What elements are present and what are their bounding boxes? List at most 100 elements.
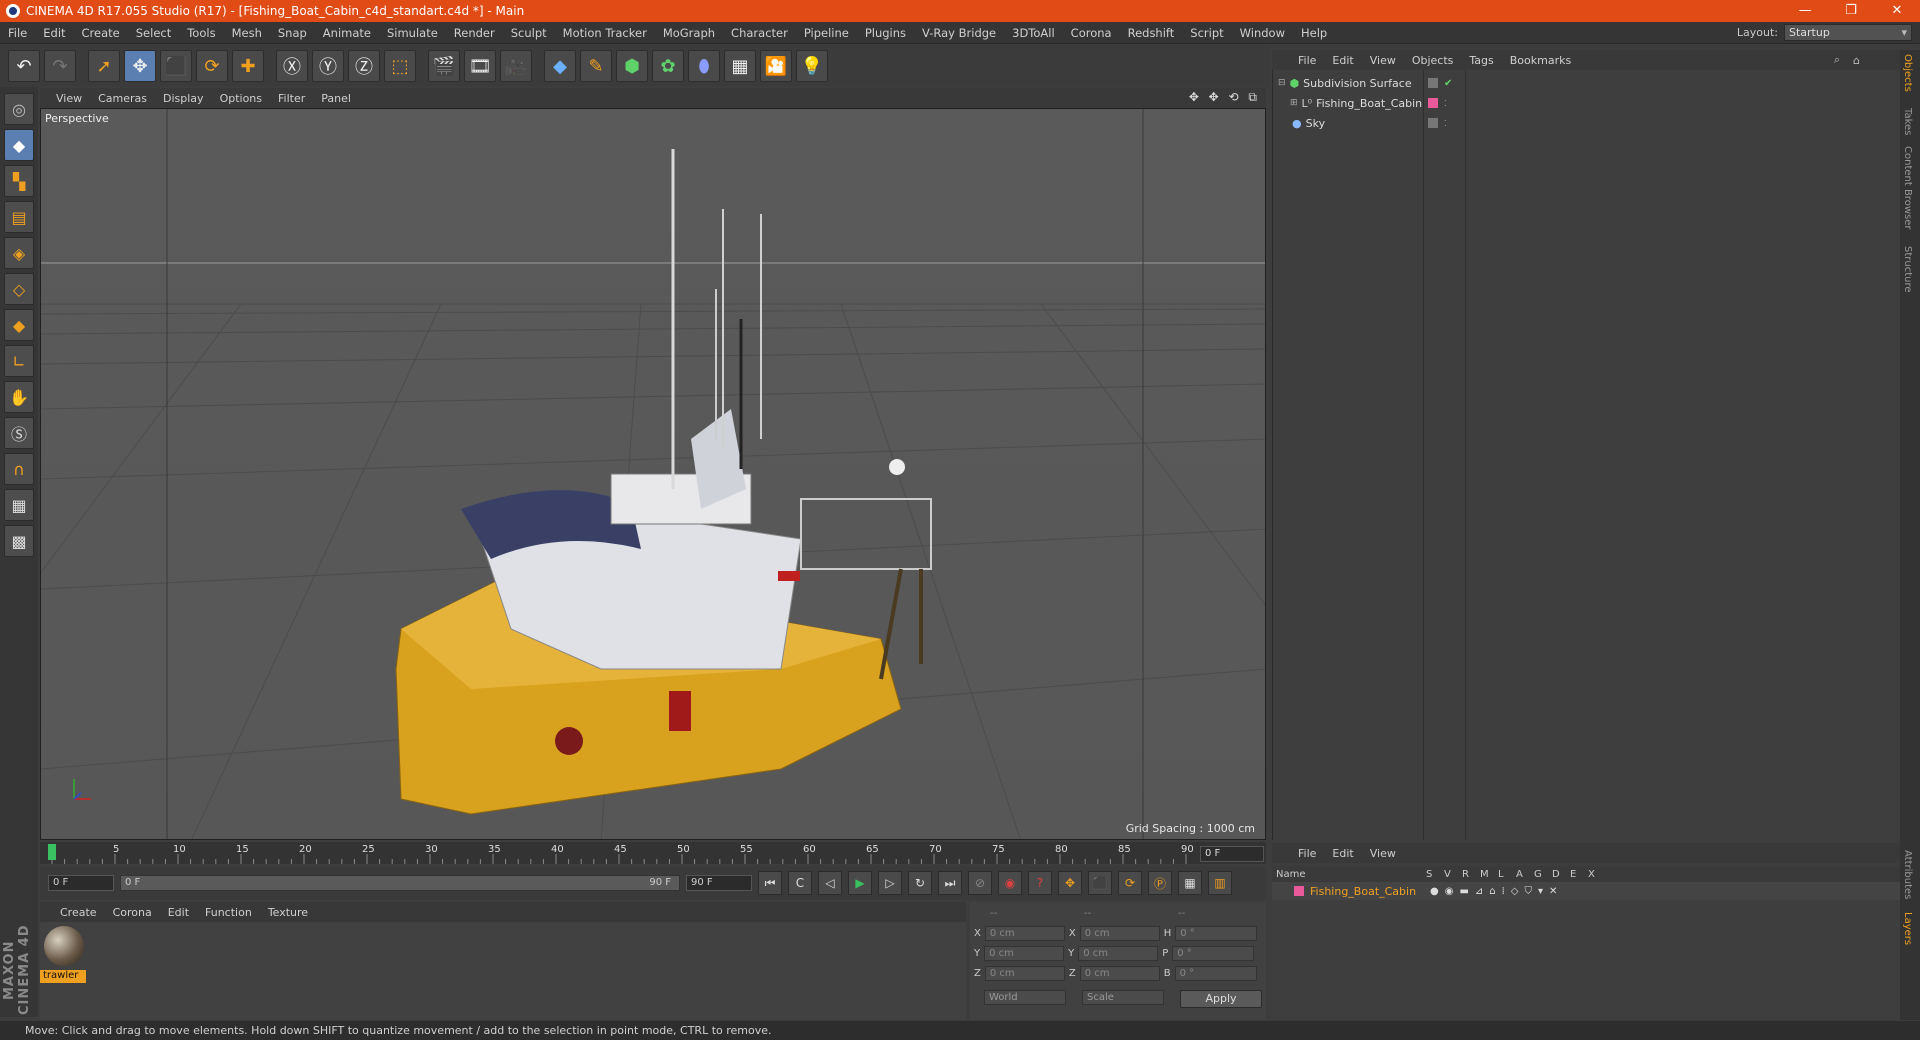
menu-plugins[interactable]: Plugins xyxy=(857,22,914,44)
scale-key-icon[interactable]: ⬛ xyxy=(1088,871,1112,895)
tab-structure[interactable]: Structure xyxy=(1902,246,1913,293)
menu-script[interactable]: Script xyxy=(1182,22,1231,44)
viewport-menu-panel[interactable]: Panel xyxy=(313,92,359,105)
layer-menu-file[interactable]: File xyxy=(1290,847,1324,860)
go-to-end-icon[interactable]: ⏭ xyxy=(938,871,962,895)
object-menu-file[interactable]: File xyxy=(1290,54,1324,67)
select-cursor-icon[interactable]: ➚ xyxy=(88,50,120,82)
material-preview-trawler[interactable] xyxy=(44,926,84,966)
timeline-window-icon[interactable]: ▥ xyxy=(1208,871,1232,895)
axis-mode-icon[interactable]: ∟ xyxy=(4,345,34,377)
position-key-icon[interactable]: ✥ xyxy=(1058,871,1082,895)
move-tool-icon[interactable]: ✥ xyxy=(124,50,156,82)
perspective-viewport[interactable]: Perspective Grid Spacing : 1000 cm xyxy=(40,108,1266,840)
layer-menu-edit[interactable]: Edit xyxy=(1324,847,1361,860)
end-frame-field[interactable]: 90 F xyxy=(686,875,752,891)
menu-animate[interactable]: Animate xyxy=(315,22,379,44)
menu-pipeline[interactable]: Pipeline xyxy=(796,22,857,44)
collapse-icon[interactable]: ⊟ xyxy=(1278,78,1286,88)
keyframe-selection-icon[interactable]: ? xyxy=(1028,871,1052,895)
record-keys-icon[interactable]: ⊘ xyxy=(968,871,992,895)
material-menu-corona[interactable]: Corona xyxy=(105,906,160,919)
menu-edit[interactable]: Edit xyxy=(35,22,73,44)
expand-icon[interactable]: ⊞ xyxy=(1290,98,1298,108)
previous-key-icon[interactable]: C xyxy=(788,871,812,895)
polygons-mode-icon[interactable]: ◆ xyxy=(4,309,34,341)
render-picture-viewer-icon[interactable]: 🎞 xyxy=(464,50,496,82)
cloner-icon[interactable]: ✿ xyxy=(652,50,684,82)
object-name[interactable]: Fishing_Boat_Cabin xyxy=(1316,97,1422,110)
frame-range-slider[interactable]: 0 F 90 F xyxy=(120,875,680,891)
object-manager-search-icon[interactable]: ⌕ xyxy=(1834,53,1840,67)
timeline-ruler[interactable]: 0 5 10 15 20 25 30 35 40 45 50 55 60 65 … xyxy=(40,842,1266,864)
y-axis-icon[interactable]: Ⓨ xyxy=(312,50,344,82)
edges-mode-icon[interactable]: ◇ xyxy=(4,273,34,305)
menu-sculpt[interactable]: Sculpt xyxy=(503,22,555,44)
object-name[interactable]: Sky xyxy=(1306,117,1325,130)
object-manager-home-icon[interactable]: ⌂ xyxy=(1853,54,1860,67)
menu-corona[interactable]: Corona xyxy=(1063,22,1120,44)
rotate-tool-icon[interactable]: ⟳ xyxy=(196,50,228,82)
undo-icon[interactable]: ↶ xyxy=(8,50,40,82)
autokey-icon[interactable]: ◉ xyxy=(998,871,1022,895)
snap-magnet-icon[interactable]: ∩ xyxy=(4,453,34,485)
material-menu-texture[interactable]: Texture xyxy=(260,906,316,919)
layer-toggle-icons[interactable]: ●◉▬⊿⌂⁞◇⛉▾✕ xyxy=(1430,886,1563,897)
start-frame-field[interactable]: 0 F xyxy=(48,875,114,891)
menu-render[interactable]: Render xyxy=(446,22,503,44)
tab-attributes[interactable]: Attributes xyxy=(1902,850,1913,899)
visibility-dots-icon[interactable]: ⁚ xyxy=(1444,119,1447,128)
points-mode-icon[interactable]: ◈ xyxy=(4,237,34,269)
menu-redshift[interactable]: Redshift xyxy=(1120,22,1183,44)
floor-grid-icon[interactable]: ▦ xyxy=(724,50,756,82)
workplane-icon[interactable]: ▤ xyxy=(4,201,34,233)
grid-snap-icon[interactable]: ▩ xyxy=(4,525,34,557)
menu-create[interactable]: Create xyxy=(74,22,128,44)
material-menu-create[interactable]: Create xyxy=(52,906,105,919)
previous-frame-icon[interactable]: ◁ xyxy=(818,871,842,895)
make-editable-icon[interactable]: ◎ xyxy=(4,93,34,125)
light-bulb-icon[interactable]: 💡 xyxy=(796,50,828,82)
camera-icon[interactable]: 🎦 xyxy=(760,50,792,82)
redo-icon[interactable]: ↷ xyxy=(44,50,76,82)
coordinate-system-icon[interactable]: ⬚ xyxy=(384,50,416,82)
next-frame-icon[interactable]: ▷ xyxy=(878,871,902,895)
parameter-key-icon[interactable]: Ⓟ xyxy=(1148,871,1172,895)
size-x-field[interactable]: 0 cm xyxy=(1079,926,1160,941)
object-row[interactable]: ⊞ L⁰ Fishing_Boat_Cabin ⁚ xyxy=(1272,94,1900,112)
layer-row[interactable]: Fishing_Boat_Cabin ●◉▬⊿⌂⁞◇⛉▾✕ xyxy=(1272,882,1900,900)
visibility-check-icon[interactable]: ✔ xyxy=(1444,78,1452,89)
menu-character[interactable]: Character xyxy=(723,22,796,44)
menu-select[interactable]: Select xyxy=(128,22,179,44)
object-row[interactable]: ● Sky ⁚ xyxy=(1272,114,1900,132)
go-to-start-icon[interactable]: ⏮ xyxy=(758,871,782,895)
solo-icon[interactable]: Ⓢ xyxy=(4,417,34,449)
live-select-icon[interactable]: ✚ xyxy=(232,50,264,82)
rotation-p-field[interactable]: 0 ° xyxy=(1172,946,1255,961)
spline-pen-icon[interactable]: ✎ xyxy=(580,50,612,82)
z-axis-icon[interactable]: Ⓩ xyxy=(348,50,380,82)
point-level-key-icon[interactable]: ▦ xyxy=(1178,871,1202,895)
object-menu-objects[interactable]: Objects xyxy=(1404,54,1462,67)
object-row[interactable]: ⊟ ⬢ Subdivision Surface ✔ xyxy=(1272,74,1900,92)
viewport-menu-options[interactable]: Options xyxy=(212,92,270,105)
material-name-label[interactable]: trawler xyxy=(40,970,86,983)
render-view-icon[interactable]: 🎬 xyxy=(428,50,460,82)
object-menu-bookmarks[interactable]: Bookmarks xyxy=(1502,54,1579,67)
menu-window[interactable]: Window xyxy=(1232,22,1293,44)
object-name[interactable]: Subdivision Surface xyxy=(1303,77,1411,90)
play-icon[interactable]: ▶ xyxy=(848,871,872,895)
texture-mode-icon[interactable]: ▚ xyxy=(4,165,34,197)
viewport-menu-filter[interactable]: Filter xyxy=(270,92,313,105)
menu-mograph[interactable]: MoGraph xyxy=(655,22,723,44)
tab-layers[interactable]: Layers xyxy=(1902,912,1913,945)
viewport-menu-cameras[interactable]: Cameras xyxy=(90,92,155,105)
workplane-lock-icon[interactable]: ▦ xyxy=(4,489,34,521)
close-button[interactable]: ✕ xyxy=(1874,0,1920,22)
tab-content-browser[interactable]: Content Browser xyxy=(1902,146,1913,229)
size-z-field[interactable]: 0 cm xyxy=(1079,966,1160,981)
position-y-field[interactable]: 0 cm xyxy=(984,946,1065,961)
layer-menu-view[interactable]: View xyxy=(1362,847,1404,860)
material-menu-edit[interactable]: Edit xyxy=(160,906,197,919)
model-mode-icon[interactable]: ◆ xyxy=(4,129,34,161)
